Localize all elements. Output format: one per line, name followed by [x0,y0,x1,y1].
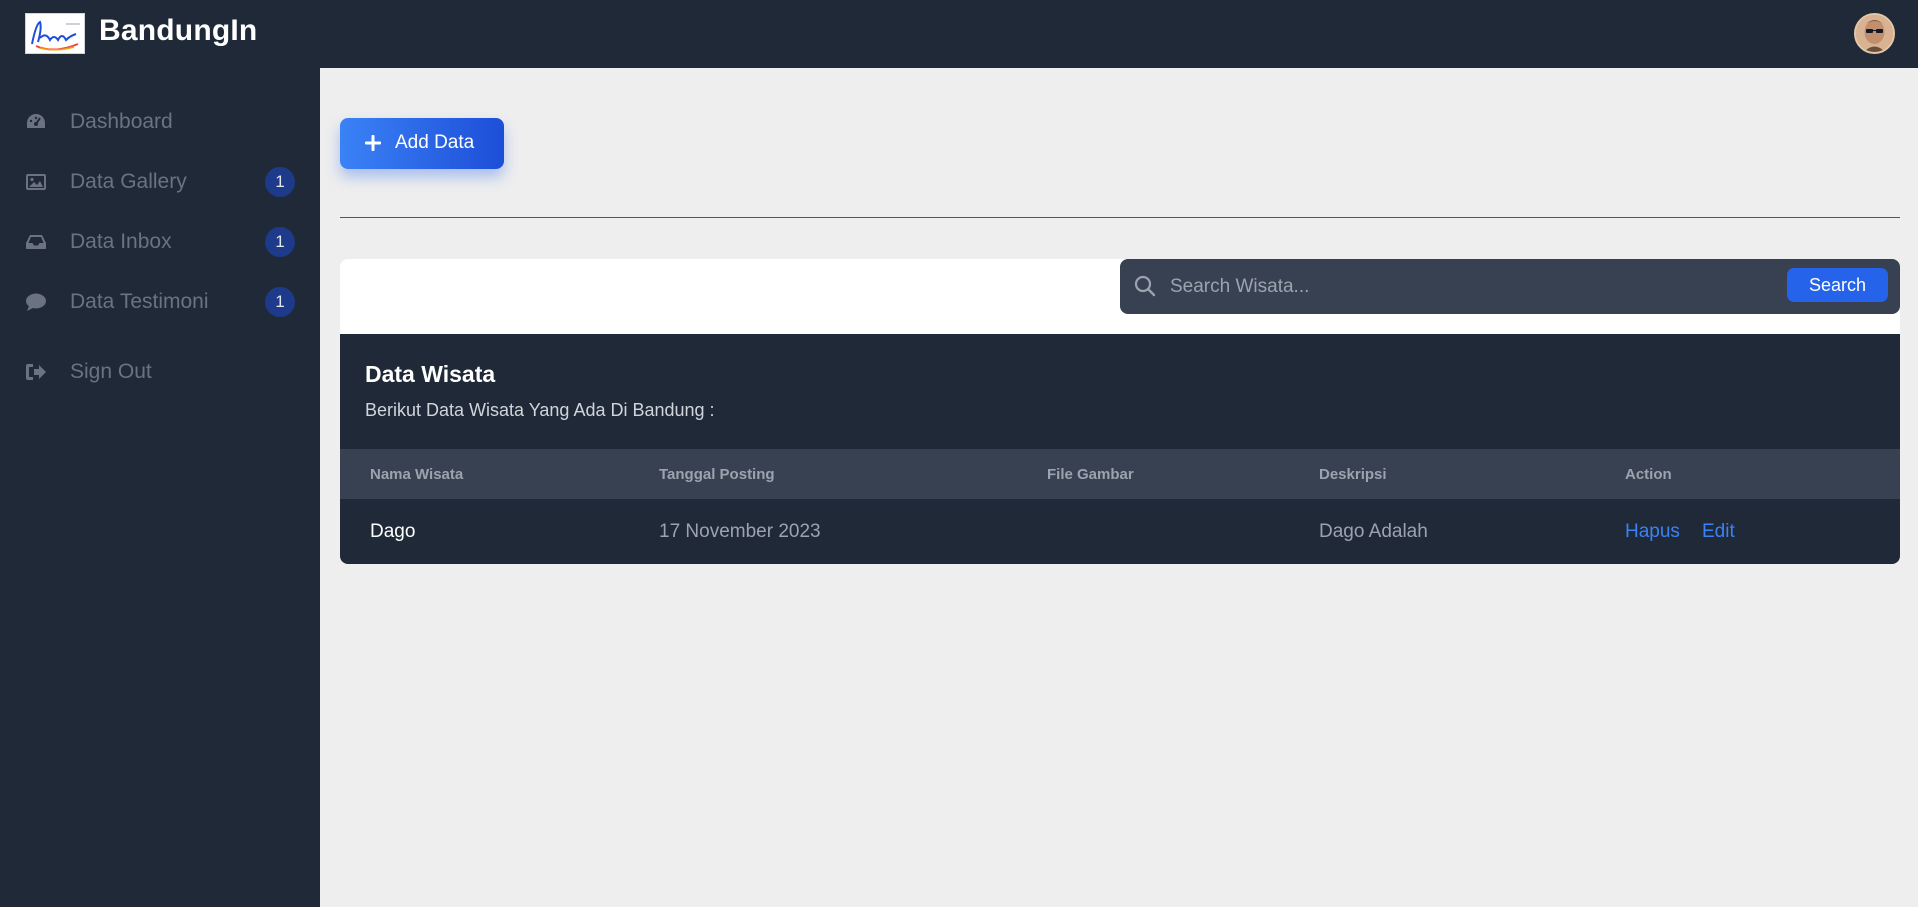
count-badge: 1 [265,287,295,317]
cell-nama-wisata: Dago [370,521,416,542]
sign-out-icon [24,360,48,384]
add-data-button[interactable]: Add Data [340,118,504,169]
image-icon [24,170,48,194]
hapus-link[interactable]: Hapus [1625,521,1680,543]
column-header: Action [1625,466,1672,483]
column-header: Tanggal Posting [659,466,775,483]
user-avatar[interactable] [1854,13,1895,54]
sidebar-item-data-testimoni[interactable]: Data Testimoni 1 [0,280,320,324]
sidebar-item-dashboard[interactable]: Dashboard [0,100,320,144]
sidebar: Dashboard Data Gallery 1 Data Inbox 1 Da… [0,68,320,907]
sidebar-item-sign-out[interactable]: Sign Out [0,350,320,394]
dashboard-icon [24,110,48,134]
column-header: Deskripsi [1319,466,1387,483]
sidebar-item-data-inbox[interactable]: Data Inbox 1 [0,220,320,264]
cell-tanggal-posting: 17 November 2023 [659,521,821,542]
comment-icon [24,290,48,314]
table-header: Nama Wisata Tanggal Posting File Gambar … [340,449,1900,499]
column-header: Nama Wisata [370,466,464,483]
bandung-logo[interactable] [25,13,85,54]
sidebar-item-label: Data Testimoni [70,290,209,313]
search-button[interactable]: Search [1787,268,1888,302]
sidebar-item-label: Sign Out [70,360,152,383]
divider [340,217,1900,218]
search-input[interactable] [1170,268,1770,306]
table-row: Dago 17 November 2023 Dago Adalah Hapus … [340,499,1900,564]
sidebar-item-label: Data Inbox [70,230,172,253]
inbox-icon [24,230,48,254]
edit-link[interactable]: Edit [1702,521,1735,543]
add-data-label: Add Data [395,132,475,153]
table-subtitle: Berikut Data Wisata Yang Ada Di Bandung … [365,400,715,420]
search-icon [1133,274,1157,298]
plus-icon [364,134,382,152]
table-title: Data Wisata [365,361,496,387]
cell-deskripsi: Dago Adalah [1319,521,1428,542]
sidebar-item-label: Data Gallery [70,170,187,193]
column-header: File Gambar [1047,466,1134,483]
data-wisata-table: Data Wisata Berikut Data Wisata Yang Ada… [340,334,1900,564]
count-badge: 1 [265,167,295,197]
top-bar: BandungIn [0,0,1918,68]
count-badge: 1 [265,227,295,257]
app-brand: BandungIn [99,14,258,47]
sidebar-item-label: Dashboard [70,110,173,133]
sidebar-item-data-gallery[interactable]: Data Gallery 1 [0,160,320,204]
